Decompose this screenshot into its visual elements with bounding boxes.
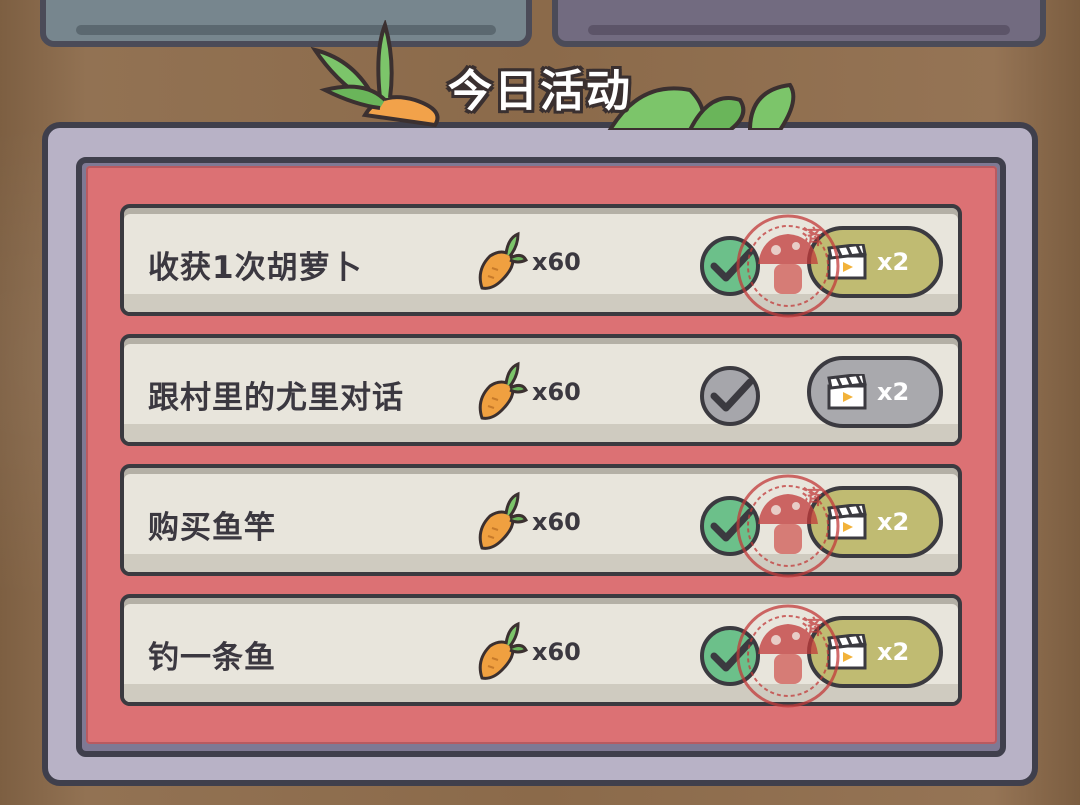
carrot-icon	[478, 621, 528, 680]
checkmark-icon	[710, 378, 754, 412]
task-label: 收获1次胡萝卜	[148, 250, 363, 286]
page-title: 今日活动	[448, 66, 632, 117]
watch-ad-double-button[interactable]: x2	[807, 356, 943, 428]
top-card-left	[40, 0, 532, 47]
ad-multiplier: x2	[877, 378, 910, 406]
mushroom-stamp-icon: 済	[736, 474, 840, 578]
stamp-text: 済	[802, 615, 823, 639]
ad-multiplier: x2	[877, 638, 910, 666]
task-label: 跟村里的尤里对话	[148, 380, 404, 416]
stamp-text: 済	[802, 485, 823, 509]
task-row: 收获1次胡萝卜 x60 x2 済	[120, 204, 962, 318]
clapperboard-icon	[827, 374, 867, 410]
ad-multiplier: x2	[877, 248, 910, 276]
carrot-icon	[478, 231, 528, 290]
carrot-icon	[478, 361, 528, 420]
pending-check	[700, 366, 760, 426]
task-label: 购买鱼竿	[148, 510, 276, 546]
reward-amount: x60	[532, 378, 581, 406]
mushroom-stamp-icon: 済	[736, 604, 840, 708]
stamp-text: 済	[802, 225, 823, 249]
carrot-icon	[478, 491, 528, 550]
reward-amount: x60	[532, 508, 581, 536]
task-row: 钓一条鱼 x60 x2 済	[120, 594, 962, 708]
reward-amount: x60	[532, 638, 581, 666]
ad-multiplier: x2	[877, 508, 910, 536]
reward-amount: x60	[532, 248, 581, 276]
task-row: 购买鱼竿 x60 x2 済	[120, 464, 962, 578]
task-row: 跟村里的尤里对话 x60 x2	[120, 334, 962, 446]
top-card-right	[552, 0, 1046, 47]
mushroom-stamp-icon: 済	[736, 214, 840, 318]
task-label: 钓一条鱼	[148, 640, 276, 676]
